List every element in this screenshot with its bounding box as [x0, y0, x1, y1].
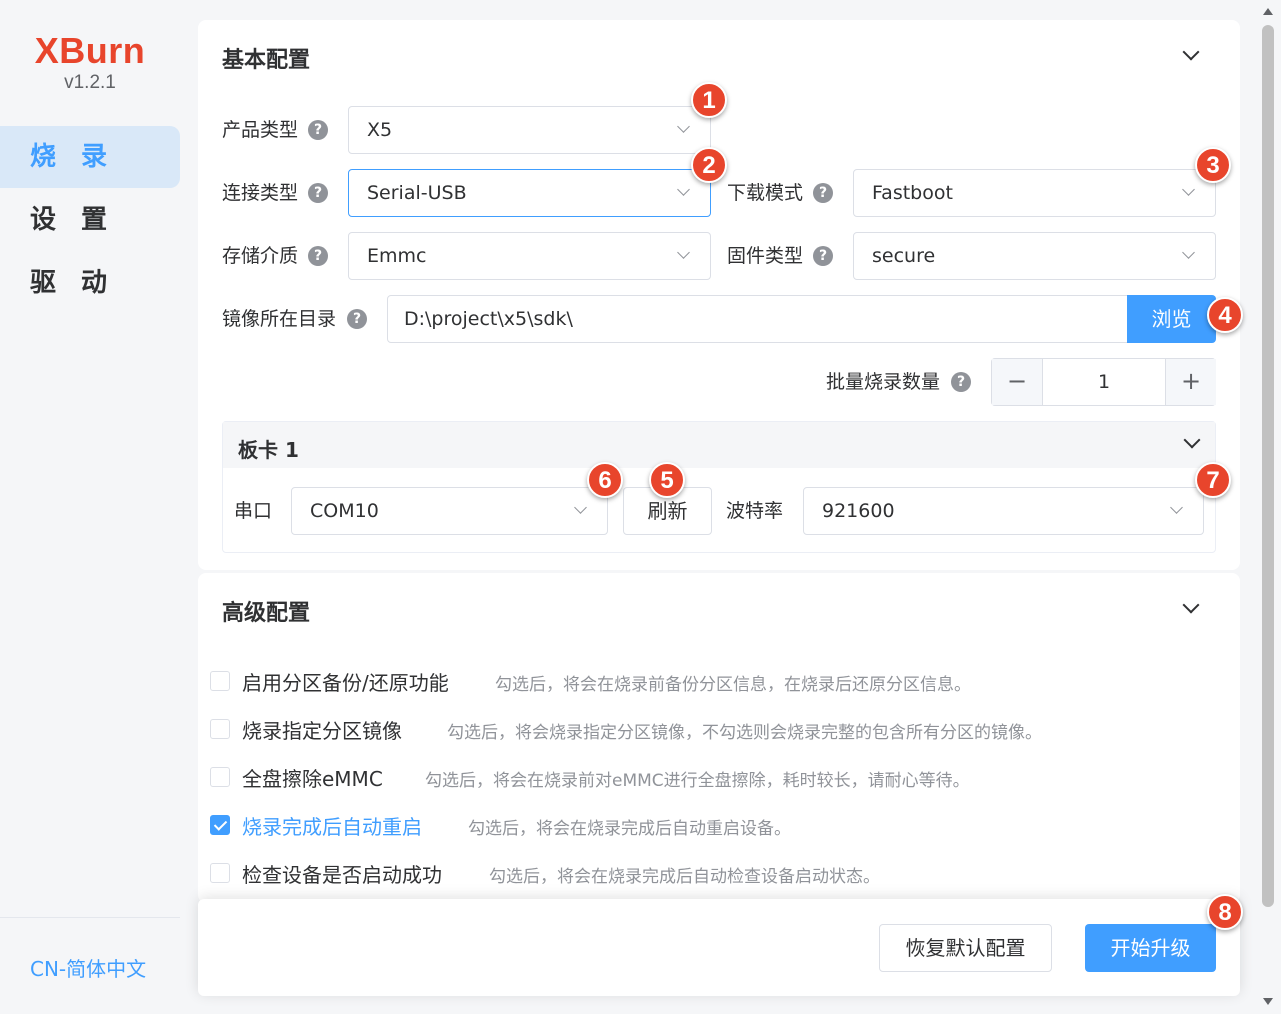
language-switch[interactable]: CN-简体中文	[30, 953, 146, 982]
option-name[interactable]: 烧录指定分区镜像	[242, 715, 402, 744]
app-version: v1.2.1	[64, 72, 116, 93]
product-type-value: X5	[367, 119, 393, 141]
image-dir-value: D:\project\x5\sdk\	[404, 308, 573, 330]
sidebar-item-burn[interactable]: 烧 录	[0, 126, 180, 188]
footer-action-bar	[198, 899, 1240, 996]
connection-type-help-icon[interactable]: ?	[308, 183, 328, 203]
app-logo: XBurn	[34, 30, 146, 71]
chevron-down-icon	[1182, 183, 1195, 196]
storage-help-icon[interactable]: ?	[308, 246, 328, 266]
scrollbar-thumb[interactable]	[1262, 25, 1274, 907]
option-description: 勾选后，将会在烧录前对eMMC进行全盘擦除，耗时较长，请耐心等待。	[425, 771, 970, 791]
download-mode-label: 下载模式	[727, 182, 804, 204]
connection-type-label: 连接类型	[222, 182, 299, 204]
board-title: 板卡 1	[238, 438, 299, 462]
checkbox[interactable]	[210, 719, 230, 739]
serial-port-label: 串口	[234, 500, 273, 522]
storage-label: 存储介质	[222, 245, 299, 267]
download-mode-value: Fastboot	[872, 182, 953, 204]
option-description: 勾选后，将会在烧录完成后自动检查设备启动状态。	[489, 867, 880, 887]
firmware-type-select[interactable]: secure	[853, 232, 1216, 280]
baud-rate-select[interactable]: 921600	[803, 487, 1204, 535]
product-type-label: 产品类型	[222, 119, 299, 141]
reset-default-button[interactable]: 恢复默认配置	[879, 924, 1052, 972]
firmware-type-value: secure	[872, 245, 936, 267]
option-name[interactable]: 启用分区备份/还原功能	[242, 667, 449, 696]
batch-count-label: 批量烧录数量	[826, 371, 941, 393]
option-description: 勾选后，将会烧录指定分区镜像，不勾选则会烧录完整的包含所有分区的镜像。	[447, 723, 1042, 743]
chevron-down-icon	[574, 501, 587, 514]
product-type-help-icon[interactable]: ?	[308, 120, 328, 140]
firmware-type-help-icon[interactable]: ?	[813, 246, 833, 266]
advanced-collapse-chevron-icon[interactable]	[1182, 596, 1200, 614]
annotation-badge-6: 6	[587, 462, 623, 498]
product-type-select[interactable]: X5	[348, 106, 711, 154]
chevron-down-icon	[1182, 246, 1195, 259]
serial-port-value: COM10	[310, 500, 379, 522]
batch-count-value[interactable]: 1	[1042, 359, 1166, 405]
batch-count-help-icon[interactable]: ?	[951, 372, 971, 392]
image-dir-input[interactable]: D:\project\x5\sdk\	[387, 295, 1128, 343]
chevron-down-icon	[677, 183, 690, 196]
basic-collapse-chevron-icon[interactable]	[1182, 43, 1200, 61]
batch-count-stepper[interactable]: − 1 +	[991, 358, 1216, 406]
option-description: 勾选后，将会在烧录完成后自动重启设备。	[468, 819, 791, 839]
storage-select[interactable]: Emmc	[348, 232, 711, 280]
scroll-down-arrow-icon[interactable]	[1263, 998, 1273, 1005]
sidebar: XBurn v1.2.1 烧 录 设 置 驱 动 CN-简体中文	[0, 0, 188, 1014]
browse-button[interactable]: 浏览	[1127, 295, 1216, 343]
image-dir-help-icon[interactable]: ?	[347, 309, 367, 329]
annotation-badge-4: 4	[1207, 297, 1243, 333]
checkbox-checked[interactable]	[210, 815, 230, 835]
serial-port-select[interactable]: COM10	[291, 487, 608, 535]
option-description: 勾选后，将会在烧录前备份分区信息，在烧录后还原分区信息。	[495, 675, 971, 695]
basic-config-title: 基本配置	[222, 48, 311, 73]
connection-type-select[interactable]: Serial-USB	[348, 169, 711, 217]
baud-rate-value: 921600	[822, 500, 895, 522]
annotation-badge-2: 2	[691, 147, 727, 183]
sidebar-divider	[0, 917, 180, 918]
option-name[interactable]: 检查设备是否启动成功	[242, 859, 442, 888]
connection-type-value: Serial-USB	[367, 182, 467, 204]
annotation-badge-7: 7	[1195, 462, 1231, 498]
increment-button[interactable]: +	[1166, 359, 1216, 405]
annotation-badge-5: 5	[649, 462, 685, 498]
firmware-type-label: 固件类型	[727, 245, 804, 267]
annotation-badge-1: 1	[691, 82, 727, 118]
sidebar-item-settings[interactable]: 设 置	[0, 189, 180, 251]
chevron-down-icon	[1170, 501, 1183, 514]
advanced-config-title: 高级配置	[222, 601, 311, 626]
annotation-badge-3: 3	[1195, 147, 1231, 183]
chevron-down-icon	[677, 246, 690, 259]
checkbox[interactable]	[210, 671, 230, 691]
image-dir-label: 镜像所在目录	[222, 308, 337, 330]
board-collapse-chevron-icon[interactable]	[1183, 431, 1201, 449]
option-name[interactable]: 烧录完成后自动重启	[242, 811, 422, 840]
option-name[interactable]: 全盘擦除eMMC	[242, 763, 383, 792]
annotation-badge-8: 8	[1207, 894, 1243, 930]
decrement-button[interactable]: −	[992, 359, 1042, 405]
download-mode-help-icon[interactable]: ?	[813, 183, 833, 203]
storage-value: Emmc	[367, 245, 427, 267]
checkbox[interactable]	[210, 863, 230, 883]
start-upgrade-button[interactable]: 开始升级	[1085, 924, 1216, 972]
baud-rate-label: 波特率	[726, 500, 784, 522]
checkbox[interactable]	[210, 767, 230, 787]
scroll-up-arrow-icon[interactable]	[1263, 8, 1273, 15]
board-header[interactable]: 板卡 1	[223, 422, 1215, 468]
chevron-down-icon	[677, 120, 690, 133]
sidebar-item-driver[interactable]: 驱 动	[0, 252, 180, 314]
download-mode-select[interactable]: Fastboot	[853, 169, 1216, 217]
